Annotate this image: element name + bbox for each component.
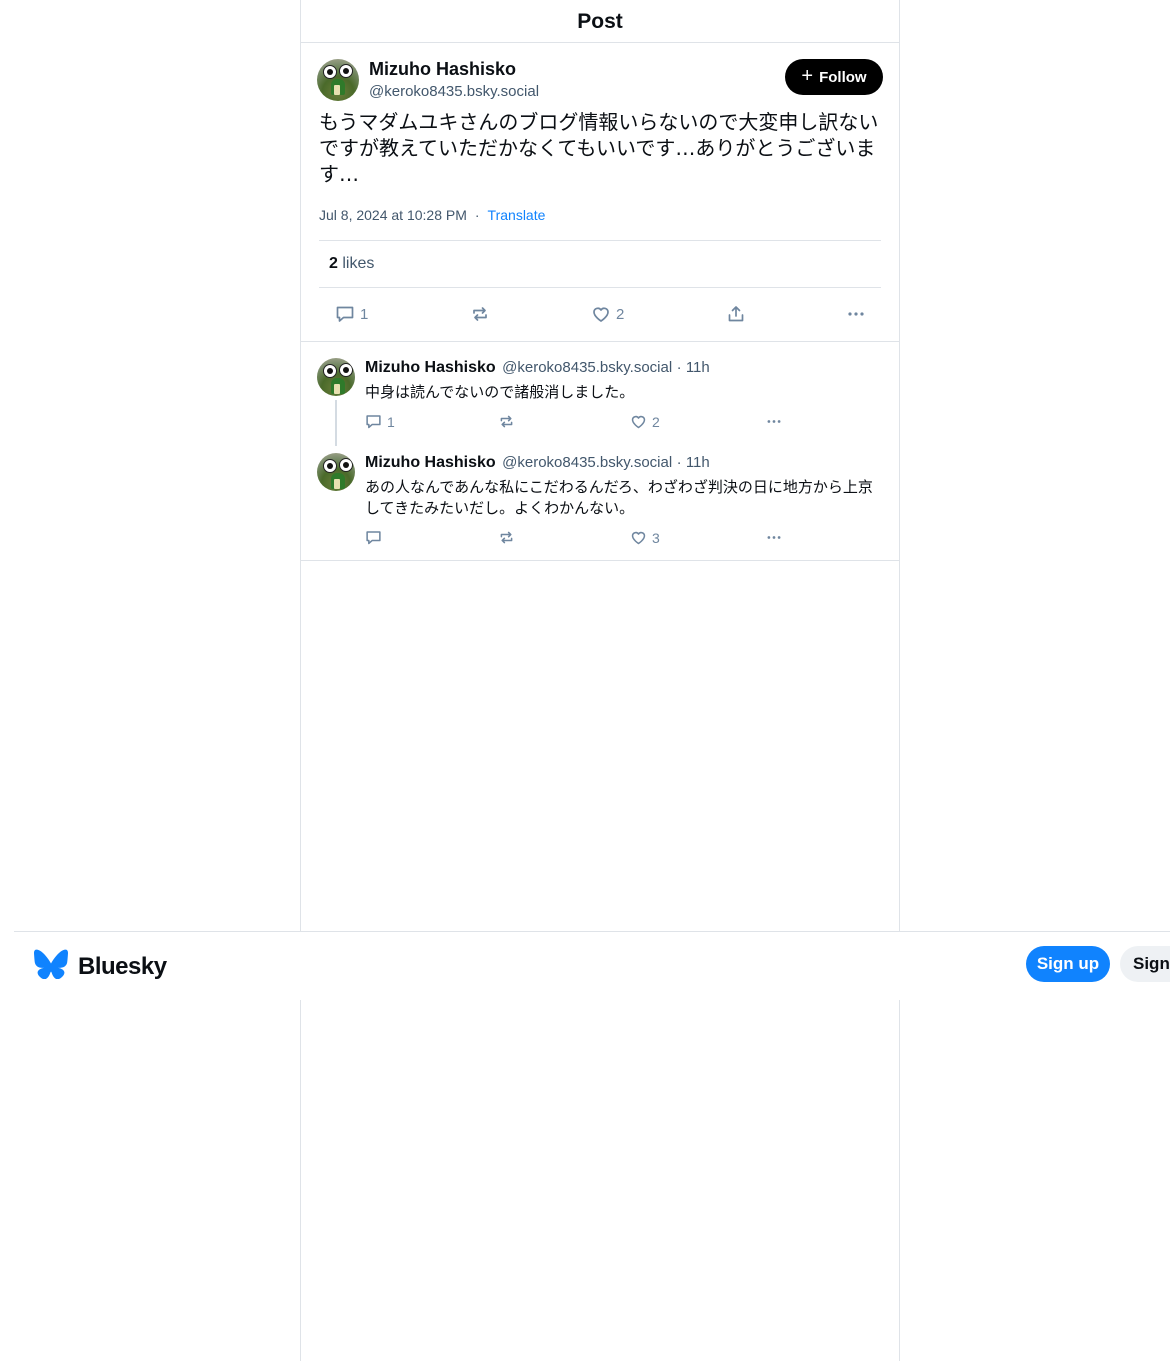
reply-header: Mizuho Hashisko @keroko8435.bsky.social … [365,454,710,471]
author-handle[interactable]: @keroko8435.bsky.social [502,454,672,471]
avatar[interactable] [317,59,359,101]
signup-button[interactable]: Sign up [1026,946,1110,982]
like-count: 2 [652,413,660,430]
more-options-button[interactable] [764,529,784,546]
author-name[interactable]: Mizuho Hashisko [369,59,516,80]
likes-count: 2 likes [329,255,375,272]
author-handle[interactable]: @keroko8435.bsky.social [369,83,539,100]
reply-text: 中身は読んでないので諸般消しました。 [365,383,635,401]
reply-post[interactable]: Mizuho Hashisko @keroko8435.bsky.social … [301,437,899,560]
repost-icon [498,529,515,546]
avatar[interactable] [317,358,355,396]
repost-icon [470,304,490,324]
reply-icon [365,413,382,430]
more-icon [764,529,784,546]
main-column: Post Mizuho Hashisko @keroko8435.bsky.so… [300,0,900,1361]
reply-count: 1 [360,305,369,323]
likes-row[interactable]: 2 likes [319,240,881,288]
avatar[interactable] [317,453,355,491]
plus-icon: + [801,64,814,87]
reply-time[interactable]: 11h [686,454,710,471]
repost-button[interactable] [470,304,490,324]
bottom-bar: Bluesky Sign up Sign in [14,931,1170,1000]
repost-button[interactable] [498,529,515,546]
repost-icon [498,413,515,430]
more-icon [846,304,866,324]
brand-name: Bluesky [78,952,167,980]
like-count: 3 [652,529,660,546]
more-icon [764,413,784,430]
like-button[interactable]: 2 [630,413,660,430]
like-count: 2 [616,305,625,323]
post-text: もうマダムユキさんのブログ情報いらないので大変申し訳ないですが教えていただかなく… [319,110,879,186]
author-handle[interactable]: @keroko8435.bsky.social [502,359,672,376]
reply-icon [365,529,382,546]
page-header: Post [301,0,899,43]
reply-time[interactable]: 11h [686,359,710,376]
heart-icon [591,304,611,324]
author-name[interactable]: Mizuho Hashisko [365,359,496,376]
reply-post[interactable]: Mizuho Hashisko @keroko8435.bsky.social … [301,342,899,447]
share-icon [726,304,746,324]
page-title: Post [577,10,623,33]
reply-button[interactable]: 1 [365,413,395,430]
reply-icon [335,304,355,324]
bluesky-logo[interactable]: Bluesky [34,949,167,984]
reply-header: Mizuho Hashisko @keroko8435.bsky.social … [365,359,710,376]
heart-icon [630,529,647,546]
author-name[interactable]: Mizuho Hashisko [365,454,496,471]
reply-button[interactable]: 1 [335,304,368,324]
reply-text: あの人なんであんな私にこだわるんだろ、わざわざ判決の日に地方から上京してきたみた… [365,478,873,517]
reply-button[interactable] [365,529,387,546]
translate-link[interactable]: Translate [488,207,546,223]
divider [301,560,899,561]
butterfly-icon [34,949,68,984]
heart-icon [630,413,647,430]
follow-button[interactable]: + Follow [785,59,883,95]
reply-count: 1 [387,413,395,430]
post-timestamp[interactable]: Jul 8, 2024 at 10:28 PM [319,207,467,223]
signin-button[interactable]: Sign in [1120,946,1170,982]
more-options-button[interactable] [764,413,784,430]
like-button[interactable]: 2 [591,304,624,324]
like-button[interactable]: 3 [630,529,660,546]
share-button[interactable] [726,304,746,324]
post-meta: Jul 8, 2024 at 10:28 PM · Translate [319,207,546,223]
main-post: Mizuho Hashisko @keroko8435.bsky.social … [301,43,899,342]
more-options-button[interactable] [846,304,866,324]
follow-label: Follow [819,68,867,86]
repost-button[interactable] [498,413,515,430]
